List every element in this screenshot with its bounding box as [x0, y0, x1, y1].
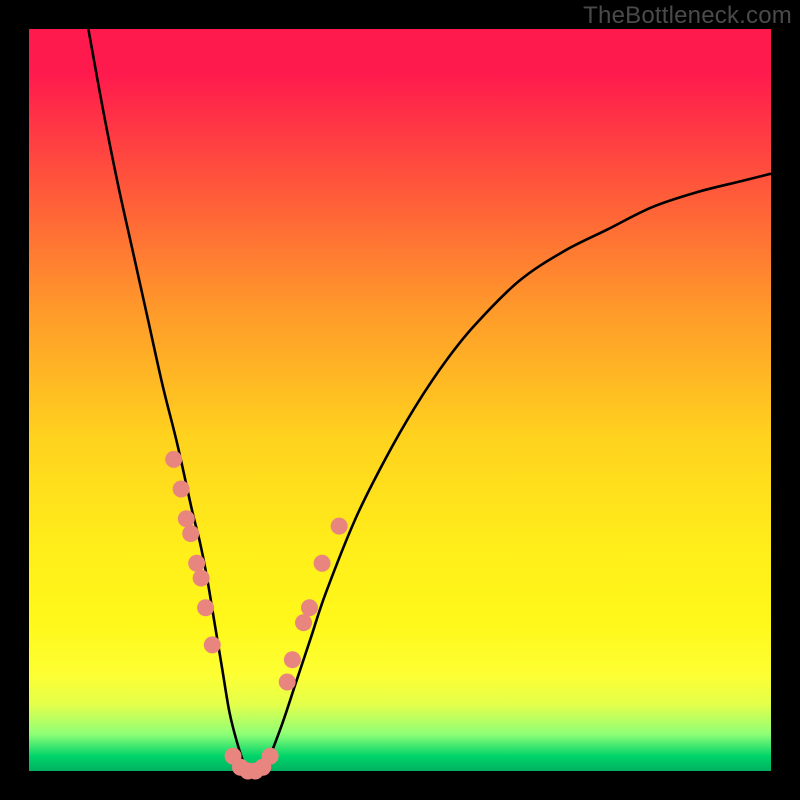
- chart-stage: TheBottleneck.com: [0, 0, 800, 800]
- marker-dot: [262, 748, 279, 765]
- curve-svg: [29, 29, 771, 771]
- marker-dot: [284, 651, 301, 668]
- marker-dot: [193, 570, 210, 587]
- plot-area: [29, 29, 771, 771]
- marker-dot: [188, 555, 205, 572]
- marker-dot: [204, 636, 221, 653]
- marker-dot: [314, 555, 331, 572]
- marker-dot: [182, 525, 199, 542]
- marker-group: [165, 451, 347, 780]
- bottleneck-curve: [88, 29, 771, 772]
- watermark-text: TheBottleneck.com: [583, 2, 792, 30]
- marker-dot: [301, 599, 318, 616]
- marker-dot: [165, 451, 182, 468]
- marker-dot: [197, 599, 214, 616]
- marker-dot: [295, 614, 312, 631]
- marker-dot: [173, 481, 190, 498]
- marker-dot: [178, 510, 195, 527]
- marker-dot: [331, 518, 348, 535]
- marker-dot: [279, 673, 296, 690]
